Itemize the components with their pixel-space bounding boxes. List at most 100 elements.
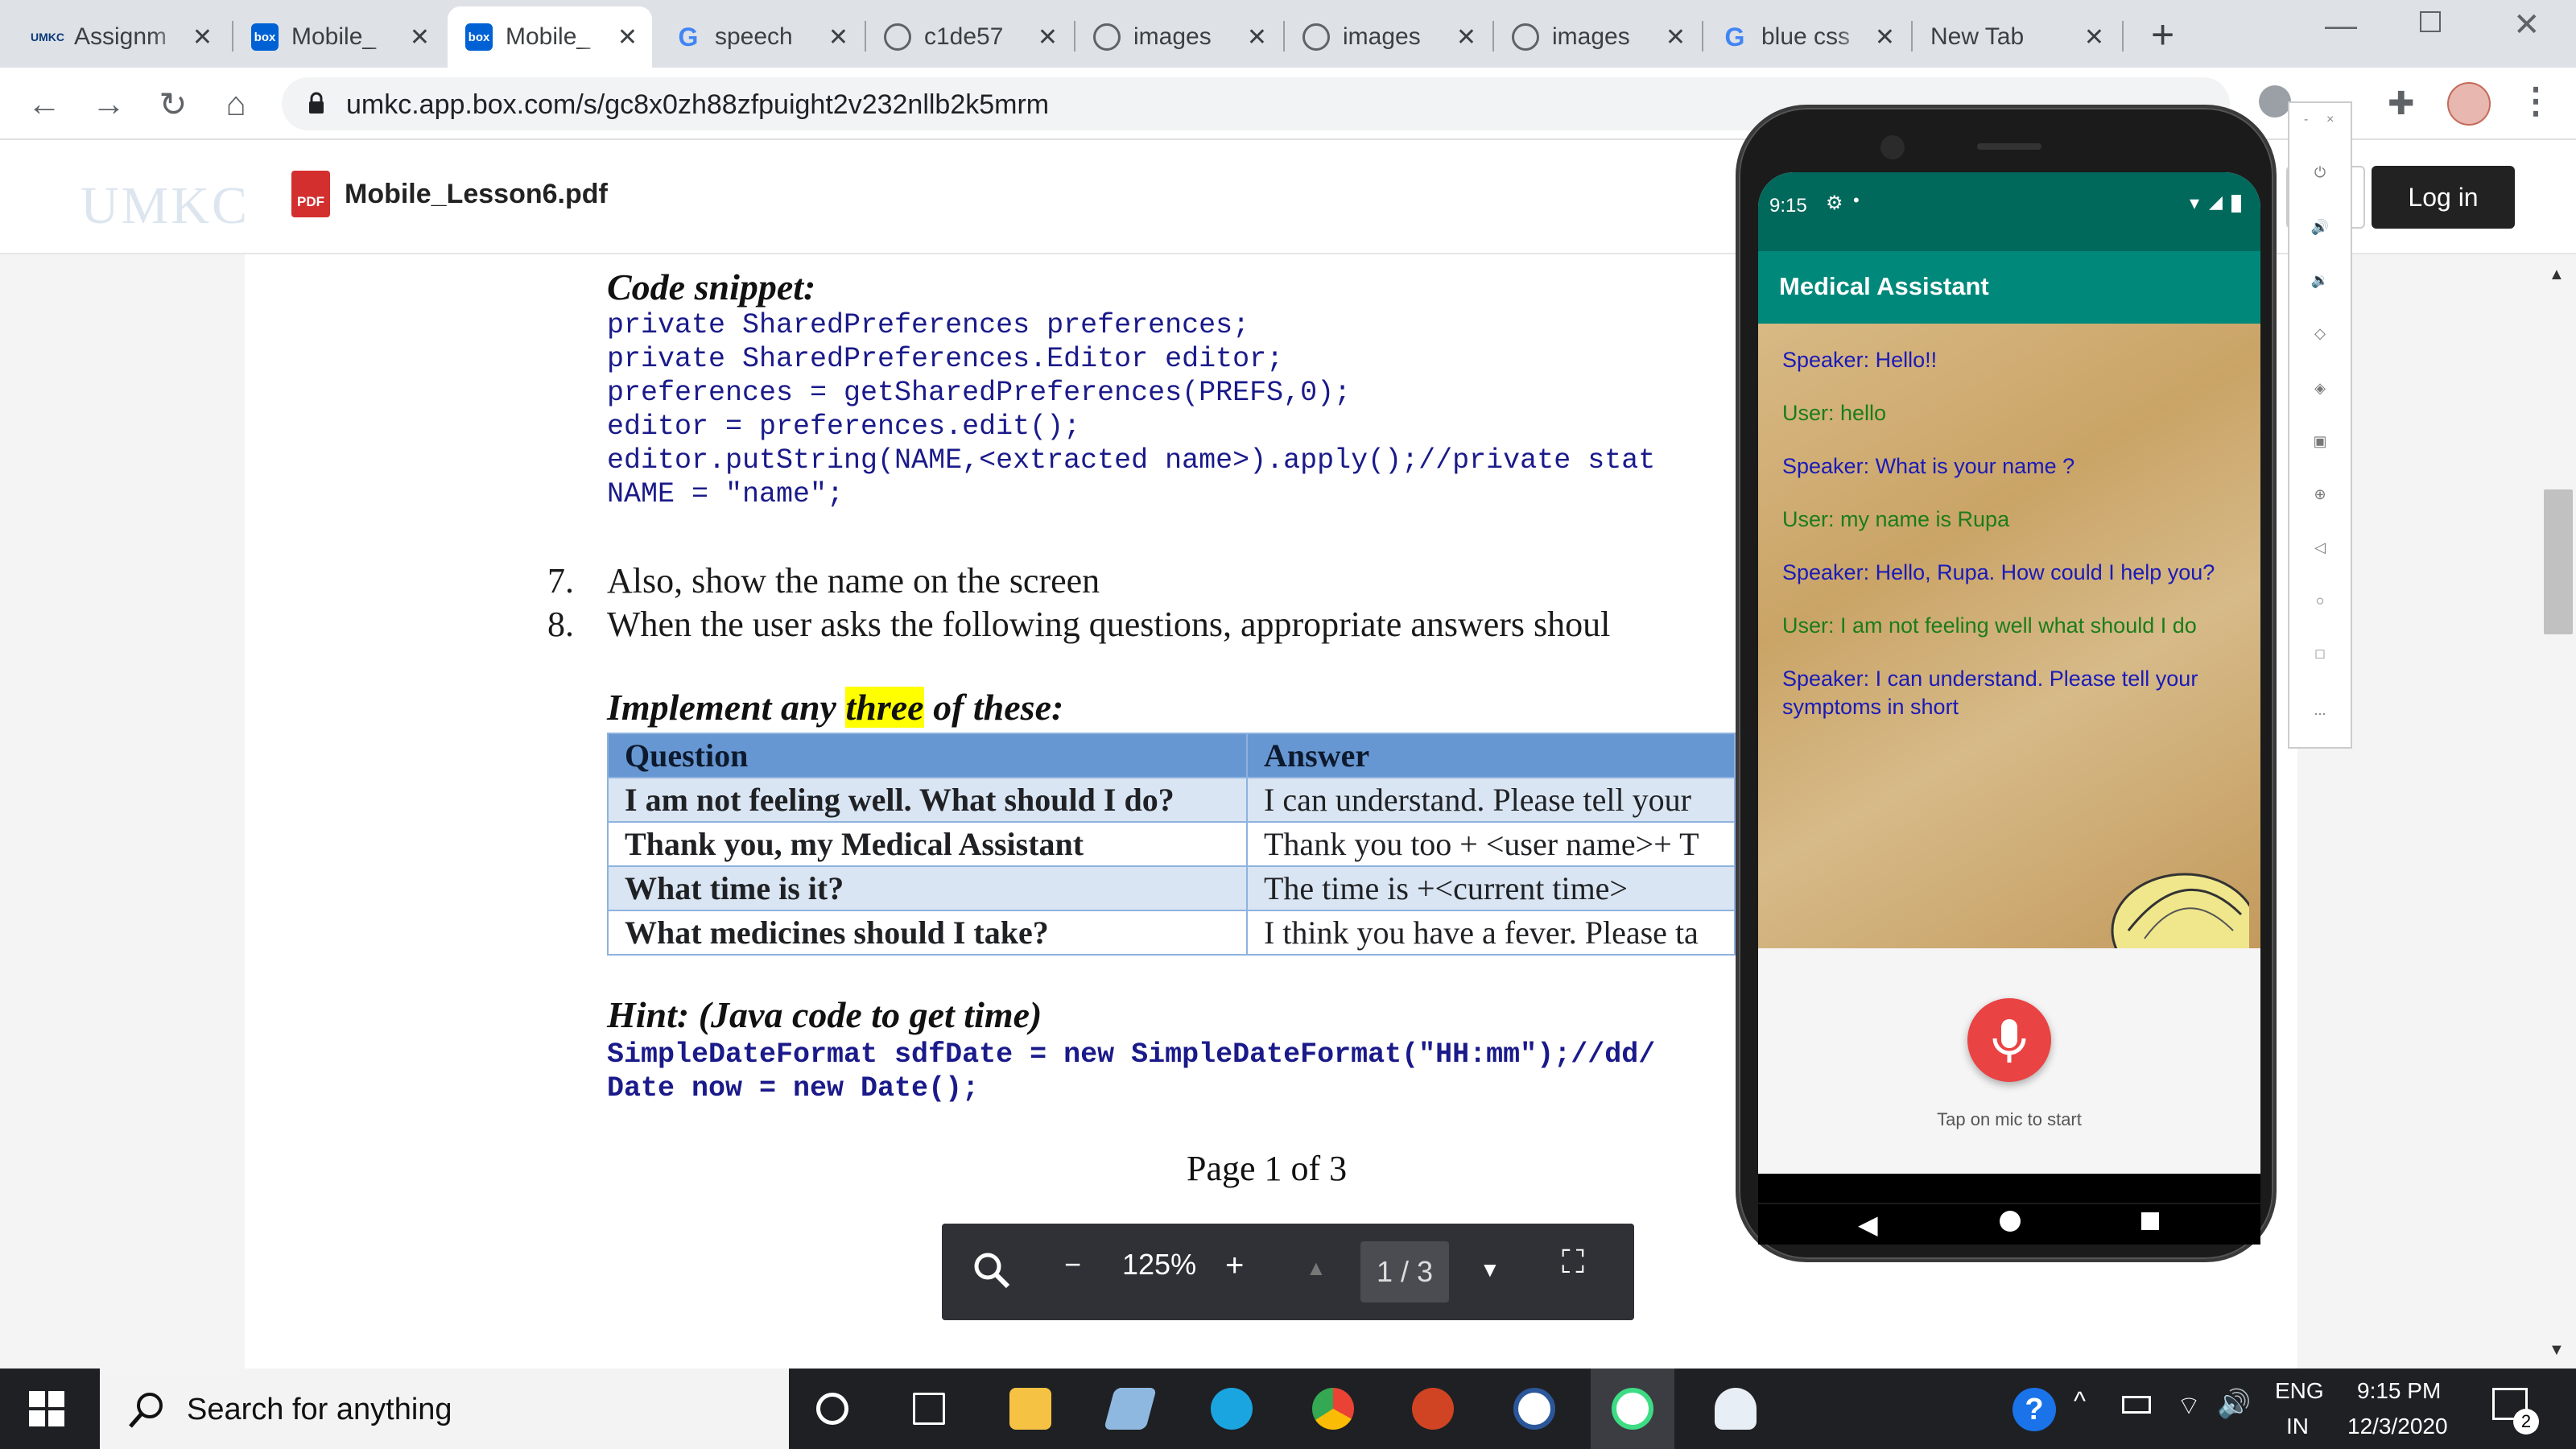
tab-c1de57[interactable]: c1de57 ✕ bbox=[866, 6, 1072, 68]
tab-new-tab[interactable]: New Tab ✕ bbox=[1913, 6, 2119, 68]
file-explorer-icon[interactable] bbox=[1009, 1388, 1051, 1430]
minimize-button[interactable]: — bbox=[2325, 8, 2357, 44]
extensions-puzzle-icon[interactable]: ✚ bbox=[2388, 85, 2415, 122]
volume-down-icon[interactable]: 🔉 bbox=[2289, 272, 2351, 289]
taskbar-active-app[interactable] bbox=[1591, 1368, 1674, 1449]
forward-arrow-icon[interactable]: → bbox=[89, 84, 129, 124]
tab-speech[interactable]: G speech ✕ bbox=[657, 6, 863, 68]
close-window-button[interactable]: ✕ bbox=[2513, 6, 2541, 43]
next-page-icon[interactable]: ▼ bbox=[1480, 1257, 1501, 1282]
hint-code-line: Date now = new Date(); bbox=[607, 1072, 980, 1104]
tab-box-mobile-active[interactable]: box Mobile_ ✕ bbox=[448, 6, 652, 68]
clock-date[interactable]: 12/3/2020 bbox=[2347, 1414, 2448, 1439]
nav-recents-icon[interactable] bbox=[2141, 1212, 2159, 1230]
help-icon[interactable]: ? bbox=[2013, 1388, 2056, 1431]
taskbar-search-box[interactable]: Search for anything bbox=[100, 1368, 789, 1449]
google-favicon-icon: G bbox=[678, 22, 699, 52]
tab-assignment[interactable]: UMKC Assignm ✕ bbox=[16, 6, 227, 68]
chrome-icon[interactable] bbox=[1312, 1388, 1354, 1430]
emulator-close-button[interactable]: × bbox=[2326, 113, 2334, 127]
umkc-logo[interactable]: UMKC bbox=[80, 175, 250, 237]
tab-close-icon[interactable]: ✕ bbox=[828, 23, 848, 52]
back-triangle-icon[interactable]: ◁ bbox=[2289, 539, 2351, 556]
back-arrow-icon[interactable]: ← bbox=[24, 84, 64, 124]
code-line: editor.putString(NAME,<extracted name>).… bbox=[607, 444, 1656, 477]
menu-dots-icon[interactable]: ⋮ bbox=[2518, 80, 2553, 122]
tray-chevron-up-icon[interactable]: ^ bbox=[2074, 1386, 2086, 1416]
table-header-row: Question Answer bbox=[607, 733, 1736, 778]
profile-avatar[interactable] bbox=[2447, 82, 2491, 126]
extension-icon[interactable] bbox=[2259, 85, 2291, 118]
volume-up-icon[interactable]: 🔊 bbox=[2289, 219, 2351, 236]
overview-square-icon[interactable]: □ bbox=[2289, 646, 2351, 663]
tab-close-icon[interactable]: ✕ bbox=[192, 23, 213, 52]
tap-mic-hint: Tap on mic to start bbox=[1937, 1109, 2082, 1129]
signal-icon: ◢ bbox=[2209, 192, 2223, 212]
globe-icon bbox=[1093, 23, 1121, 51]
rotate-left-icon[interactable]: ◇ bbox=[2289, 325, 2351, 342]
browser-tab-strip: UMKC Assignm ✕ box Mobile_ ✕ box Mobile_… bbox=[0, 0, 2576, 68]
question-cell: Thank you, my Medical Assistant bbox=[607, 821, 1248, 867]
language-region[interactable]: IN bbox=[2286, 1414, 2309, 1439]
scroll-down-icon[interactable]: ▼ bbox=[2549, 1341, 2565, 1360]
search-placeholder: Search for anything bbox=[187, 1393, 452, 1426]
powerpoint-icon[interactable] bbox=[1412, 1388, 1454, 1430]
scrollbar[interactable] bbox=[2541, 254, 2576, 1368]
tab-close-icon[interactable]: ✕ bbox=[1038, 23, 1058, 52]
language-code[interactable]: ENG bbox=[2275, 1378, 2324, 1404]
camera-icon[interactable]: ▣ bbox=[2289, 433, 2351, 450]
home-circle-icon[interactable]: ○ bbox=[2289, 592, 2351, 609]
tab-close-icon[interactable]: ✕ bbox=[410, 23, 430, 52]
page-number-field[interactable]: 1 / 3 bbox=[1360, 1241, 1449, 1302]
globe-icon bbox=[884, 23, 911, 51]
scroll-up-icon[interactable]: ▲ bbox=[2549, 266, 2565, 284]
tab-box-mobile-1[interactable]: box Mobile_ ✕ bbox=[233, 6, 444, 68]
speaker-message: Speaker: Hello!! bbox=[1782, 348, 1938, 372]
previous-page-icon[interactable]: ▲ bbox=[1306, 1256, 1327, 1281]
clock-time[interactable]: 9:15 PM bbox=[2357, 1378, 2441, 1404]
notepad-icon[interactable] bbox=[1104, 1388, 1157, 1430]
more-options-icon[interactable]: ... bbox=[2289, 702, 2351, 719]
voice-input-area: Tap on mic to start bbox=[1758, 948, 2260, 1174]
wifi-icon[interactable]: ⌔ bbox=[2177, 1389, 2201, 1422]
rotate-right-icon[interactable]: ◈ bbox=[2289, 380, 2351, 397]
tab-close-icon[interactable]: ✕ bbox=[1456, 23, 1476, 52]
cortana-icon[interactable] bbox=[816, 1393, 848, 1425]
zoom-out-button[interactable]: − bbox=[1064, 1248, 1081, 1282]
tab-close-icon[interactable]: ✕ bbox=[1666, 23, 1686, 52]
notification-count-badge: 2 bbox=[2513, 1409, 2539, 1435]
mic-button[interactable] bbox=[1967, 998, 2051, 1082]
battery-icon[interactable] bbox=[2122, 1396, 2151, 1414]
nav-home-icon[interactable] bbox=[2000, 1211, 2021, 1232]
chat-area[interactable]: Speaker: Hello!! User: hello Speaker: Wh… bbox=[1758, 324, 2260, 989]
new-tab-button[interactable]: + bbox=[2151, 11, 2174, 58]
tab-close-icon[interactable]: ✕ bbox=[1247, 23, 1267, 52]
tab-blue-css[interactable]: G blue css ✕ bbox=[1703, 6, 1909, 68]
word-app-icon[interactable] bbox=[1513, 1388, 1555, 1430]
restore-button[interactable] bbox=[2420, 11, 2441, 32]
volume-icon[interactable]: 🔊 bbox=[2217, 1388, 2251, 1420]
emulator-minimize-button[interactable]: - bbox=[2304, 113, 2308, 127]
tab-close-icon[interactable]: ✕ bbox=[1875, 23, 1895, 52]
zoom-in-button[interactable]: + bbox=[1225, 1248, 1244, 1284]
tab-close-icon[interactable]: ✕ bbox=[2084, 23, 2104, 52]
login-button[interactable]: Log in bbox=[2372, 166, 2515, 229]
google-favicon-icon: G bbox=[1724, 22, 1745, 52]
reload-icon[interactable]: ↻ bbox=[153, 84, 193, 124]
fullscreen-icon[interactable]: ⛶ bbox=[1562, 1245, 1584, 1281]
scrollbar-thumb[interactable] bbox=[2544, 489, 2573, 634]
snipping-tool-icon[interactable] bbox=[1715, 1388, 1757, 1430]
power-icon[interactable]: ⏻ bbox=[2289, 164, 2351, 181]
user-message: User: I am not feeling well what should … bbox=[1782, 613, 2197, 638]
nav-back-icon[interactable]: ◀ bbox=[1858, 1209, 1878, 1240]
windows-start-icon[interactable] bbox=[29, 1391, 64, 1426]
tab-images-3[interactable]: images ✕ bbox=[1494, 6, 1700, 68]
edge-icon[interactable] bbox=[1211, 1388, 1253, 1430]
task-view-icon[interactable] bbox=[913, 1393, 945, 1425]
tab-close-icon[interactable]: ✕ bbox=[617, 23, 638, 52]
tab-images-1[interactable]: images ✕ bbox=[1075, 6, 1282, 68]
zoom-icon[interactable]: ⊕ bbox=[2289, 486, 2351, 503]
tab-images-2[interactable]: images ✕ bbox=[1285, 6, 1491, 68]
home-icon[interactable]: ⌂ bbox=[216, 84, 256, 124]
search-icon[interactable] bbox=[971, 1249, 1013, 1291]
